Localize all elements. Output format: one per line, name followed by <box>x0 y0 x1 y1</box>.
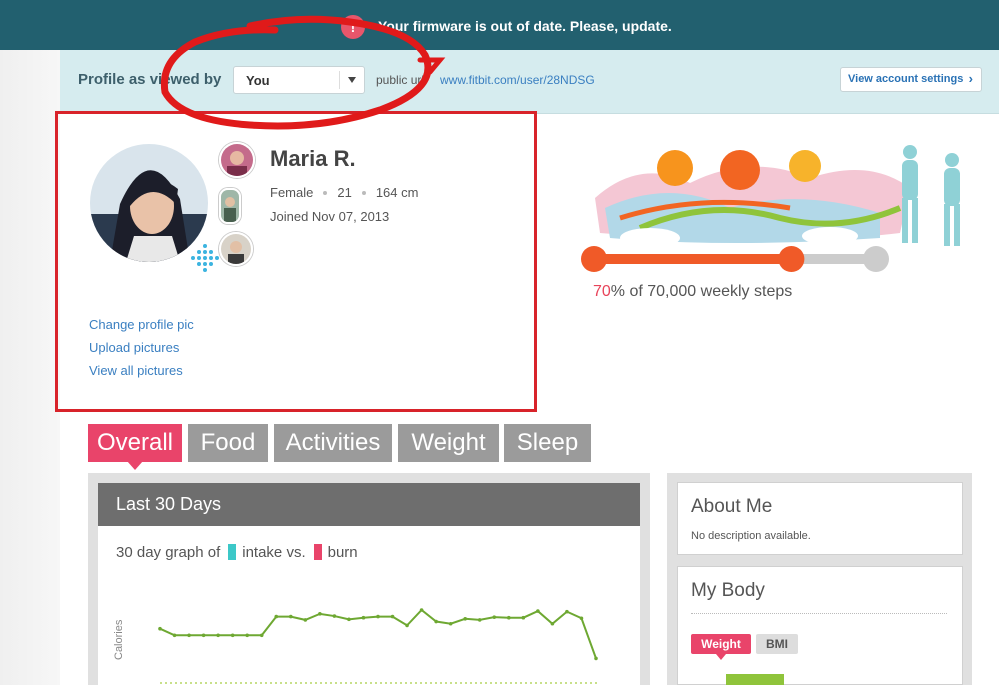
about-me-title: About Me <box>691 496 773 517</box>
weight-value-bar <box>726 674 784 685</box>
burn-data-point[interactable] <box>303 618 308 622</box>
legend-prefix: 30 day graph of <box>116 544 221 561</box>
burn-data-point[interactable] <box>565 609 569 614</box>
tab-sleep[interactable]: Sleep <box>504 424 591 462</box>
view-account-settings-button[interactable]: View account settings › <box>840 67 982 92</box>
burn-data-point[interactable] <box>230 633 235 638</box>
my-body-tab-bmi[interactable]: BMI <box>756 634 798 654</box>
chevron-down-icon <box>348 77 356 83</box>
graph-card-title: Last 30 Days <box>116 494 222 514</box>
steps-percent: 70 <box>593 283 611 300</box>
y-axis-label: Calories <box>113 619 125 660</box>
my-body-tab-weight[interactable]: Weight <box>691 634 751 654</box>
burn-data-point[interactable] <box>332 614 337 618</box>
burn-data-point[interactable] <box>419 608 424 612</box>
firmware-banner: ! Your firmware is out of date. Please, … <box>0 0 999 50</box>
burn-data-point[interactable] <box>405 623 409 628</box>
active-tab-pointer <box>127 461 143 470</box>
page-left-gutter <box>0 50 60 685</box>
steps-progress-bar <box>581 246 889 272</box>
burn-data-point[interactable] <box>201 633 206 638</box>
burn-data-point[interactable] <box>216 633 220 638</box>
burn-data-point[interactable] <box>463 617 468 621</box>
burn-data-point[interactable] <box>259 633 264 638</box>
about-me-text: No description available. <box>691 530 811 542</box>
burn-data-point[interactable] <box>594 656 598 661</box>
burn-data-point[interactable] <box>579 616 584 621</box>
select-divider <box>339 71 340 89</box>
about-me-card <box>677 482 963 555</box>
public-url-label: public url: <box>376 73 428 87</box>
burn-data-point[interactable] <box>245 633 249 638</box>
burn-data-point[interactable] <box>477 618 482 622</box>
profile-view-bar: Profile as viewed by You public url: www… <box>60 50 999 114</box>
burn-data-point[interactable] <box>318 612 322 616</box>
burn-data-point[interactable] <box>492 615 497 619</box>
firmware-message[interactable]: Your firmware is out of date. Please, up… <box>378 18 672 34</box>
burn-data-point[interactable] <box>274 614 279 619</box>
burn-data-point[interactable] <box>390 614 395 619</box>
burn-swatch <box>313 544 322 560</box>
burn-data-point[interactable] <box>507 615 511 620</box>
burn-data-point[interactable] <box>434 619 438 624</box>
alert-icon: ! <box>341 15 365 39</box>
burn-data-point[interactable] <box>536 609 540 613</box>
burn-data-point[interactable] <box>361 615 366 620</box>
burn-data-point[interactable] <box>376 614 380 619</box>
graph-legend: 30 day graph of intake vs. burn <box>116 544 358 561</box>
burn-data-point[interactable] <box>158 626 162 631</box>
legend-intake: intake vs. <box>242 544 306 561</box>
viewer-select-value: You <box>246 73 270 88</box>
burn-data-point[interactable] <box>347 617 351 622</box>
burn-data-point[interactable] <box>521 615 526 620</box>
calorie-line-chart[interactable] <box>140 580 610 685</box>
weight-tab-pointer <box>716 654 726 660</box>
burn-data-point[interactable] <box>289 614 293 619</box>
weekly-steps-text: 70% of 70,000 weekly steps <box>593 283 792 301</box>
settings-button-label: View account settings <box>848 73 964 85</box>
graph-card-header: Last 30 Days <box>98 483 640 526</box>
viewer-select[interactable]: You <box>233 66 365 94</box>
burn-data-point[interactable] <box>448 621 453 626</box>
chevron-right-icon: › <box>968 71 973 86</box>
my-body-divider <box>691 613 947 614</box>
intake-swatch <box>228 544 237 560</box>
tab-weight[interactable]: Weight <box>398 424 499 462</box>
burn-data-point[interactable] <box>187 633 191 638</box>
legend-burn: burn <box>327 544 358 561</box>
my-body-title: My Body <box>691 580 765 601</box>
tab-overall[interactable]: Overall <box>88 424 182 462</box>
profile-viewed-by-label: Profile as viewed by <box>78 71 222 88</box>
tab-food[interactable]: Food <box>188 424 268 462</box>
public-url-link[interactable]: www.fitbit.com/user/28NDSG <box>440 73 595 87</box>
burn-data-point[interactable] <box>172 633 177 638</box>
steps-label: % of 70,000 weekly steps <box>610 283 793 300</box>
annotation-highlight-box <box>55 111 537 412</box>
burn-data-point[interactable] <box>550 621 555 626</box>
tab-activities[interactable]: Activities <box>274 424 392 462</box>
